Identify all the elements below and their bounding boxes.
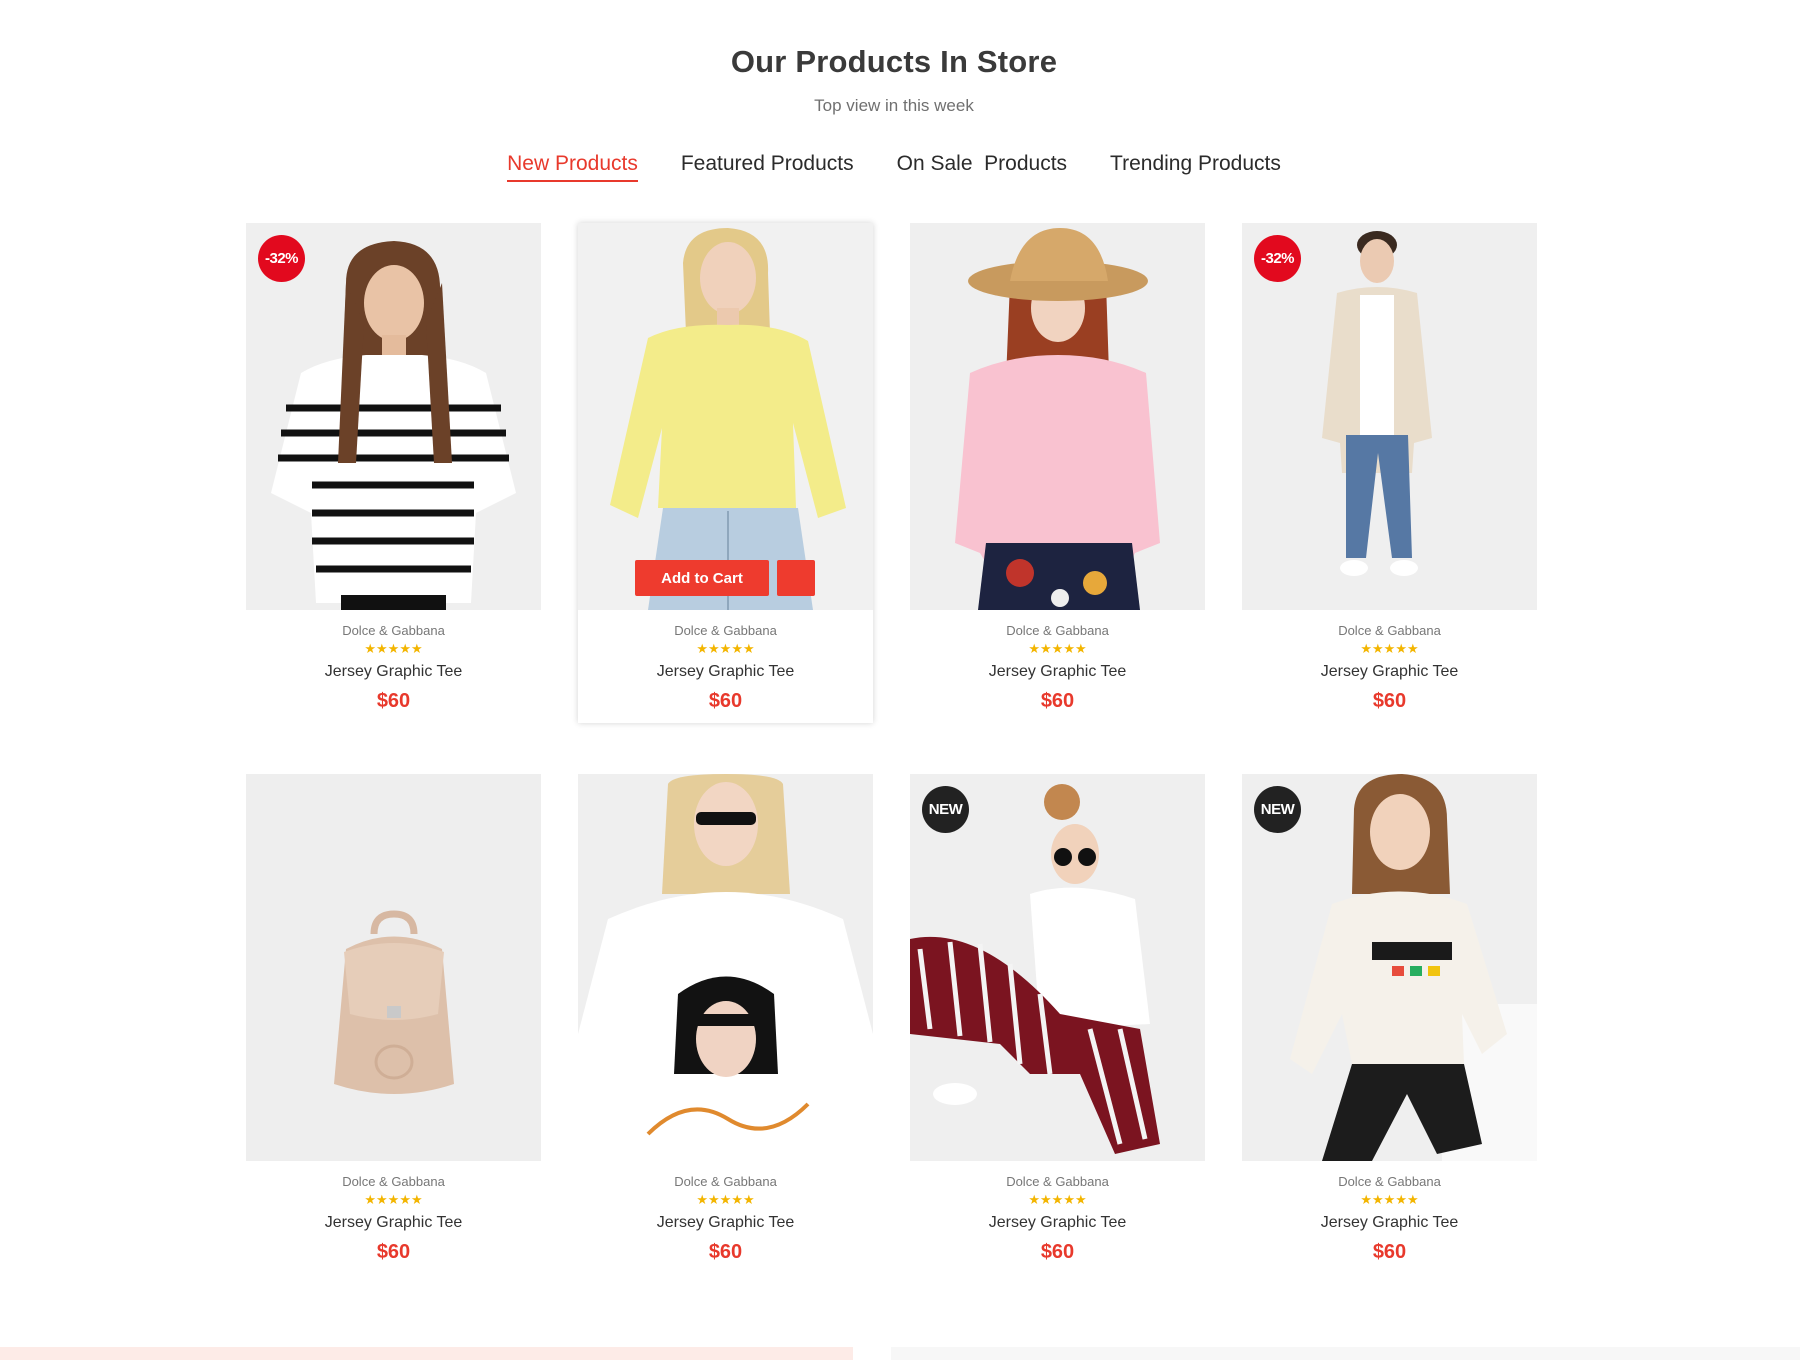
product-price: $60: [376, 1241, 411, 1263]
tab-featured-products[interactable]: Featured Products: [681, 152, 854, 182]
product-name[interactable]: Jersey Graphic Tee: [578, 1214, 873, 1232]
product-brand[interactable]: Dolce & Gabbana: [1242, 1174, 1537, 1189]
product-price: $60: [708, 690, 743, 712]
product-price: $60: [1372, 690, 1407, 712]
product-image[interactable]: -32%: [1242, 223, 1537, 610]
product-price: $60: [376, 690, 411, 712]
product-card[interactable]: NEW Dolce & Gabbana ★★★★★ Jersey Graphic…: [1242, 774, 1537, 1274]
product-brand[interactable]: Dolce & Gabbana: [246, 623, 541, 638]
quick-view-button[interactable]: [777, 560, 815, 596]
hover-actions: Add to Cart: [635, 560, 815, 596]
product-brand[interactable]: Dolce & Gabbana: [910, 1174, 1205, 1189]
product-card[interactable]: Dolce & Gabbana ★★★★★ Jersey Graphic Tee…: [246, 774, 541, 1274]
star-rating-icon: ★★★★★: [364, 1192, 423, 1207]
product-price: $60: [1040, 690, 1075, 712]
product-price: $60: [708, 1241, 743, 1263]
product-image[interactable]: [910, 223, 1205, 610]
star-rating-icon: ★★★★★: [1028, 1192, 1087, 1207]
product-grid: -32% Dolce & Gabbana ★★★★★ Jersey Graphi…: [246, 223, 1540, 1274]
star-rating-icon: ★★★★★: [1028, 641, 1087, 656]
product-image[interactable]: -32%: [246, 223, 541, 610]
product-name[interactable]: Jersey Graphic Tee: [246, 663, 541, 681]
tab-trending-products[interactable]: Trending Products: [1110, 152, 1281, 182]
product-card[interactable]: -32% Dolce & Gabbana ★★★★★ Jersey Graphi…: [246, 223, 541, 723]
discount-badge: -32%: [1254, 235, 1301, 282]
product-price: $60: [1040, 1241, 1075, 1263]
product-brand[interactable]: Dolce & Gabbana: [578, 1174, 873, 1189]
product-card[interactable]: NEW Dolce & Gabbana ★★★★★ Jersey Graphic…: [910, 774, 1205, 1274]
product-name[interactable]: Jersey Graphic Tee: [910, 1214, 1205, 1232]
product-image[interactable]: NEW: [1242, 774, 1537, 1161]
product-card[interactable]: Dolce & Gabbana ★★★★★ Jersey Graphic Tee…: [578, 774, 873, 1274]
product-name[interactable]: Jersey Graphic Tee: [1242, 663, 1537, 681]
product-name[interactable]: Jersey Graphic Tee: [578, 663, 873, 681]
product-brand[interactable]: Dolce & Gabbana: [1242, 623, 1537, 638]
discount-badge: -32%: [258, 235, 305, 282]
product-card[interactable]: Add to Cart Dolce & Gabbana ★★★★★ Jersey…: [578, 223, 873, 723]
eye-icon: [635, 560, 873, 610]
product-brand[interactable]: Dolce & Gabbana: [578, 623, 873, 638]
product-name[interactable]: Jersey Graphic Tee: [1242, 1214, 1537, 1232]
product-card[interactable]: -32% Dolce & Gabbana ★★★★★ Jersey Graphi…: [1242, 223, 1537, 723]
next-section-banner-right: [891, 1347, 1800, 1360]
product-image[interactable]: [578, 774, 873, 1161]
tab-new-products[interactable]: New Products: [507, 152, 638, 182]
product-name[interactable]: Jersey Graphic Tee: [246, 1214, 541, 1232]
star-rating-icon: ★★★★★: [696, 641, 755, 656]
section-title: Our Products In Store: [730, 44, 1058, 79]
product-image[interactable]: [246, 774, 541, 1161]
product-image[interactable]: Add to Cart: [578, 223, 873, 610]
product-brand[interactable]: Dolce & Gabbana: [910, 623, 1205, 638]
section-subtitle: Top view in this week: [814, 96, 974, 115]
tab-on-sale-products[interactable]: On Sale Products: [897, 152, 1067, 182]
product-image[interactable]: NEW: [910, 774, 1205, 1161]
star-rating-icon: ★★★★★: [1360, 641, 1419, 656]
new-badge: NEW: [922, 786, 969, 833]
star-rating-icon: ★★★★★: [1360, 1192, 1419, 1207]
product-tabs: New Products Featured Products On Sale P…: [0, 152, 1788, 182]
product-name[interactable]: Jersey Graphic Tee: [910, 663, 1205, 681]
star-rating-icon: ★★★★★: [696, 1192, 755, 1207]
product-price: $60: [1372, 1241, 1407, 1263]
star-rating-icon: ★★★★★: [364, 641, 423, 656]
product-brand[interactable]: Dolce & Gabbana: [246, 1174, 541, 1189]
product-card[interactable]: Dolce & Gabbana ★★★★★ Jersey Graphic Tee…: [910, 223, 1205, 723]
new-badge: NEW: [1254, 786, 1301, 833]
next-section-banner-left: [0, 1347, 853, 1360]
